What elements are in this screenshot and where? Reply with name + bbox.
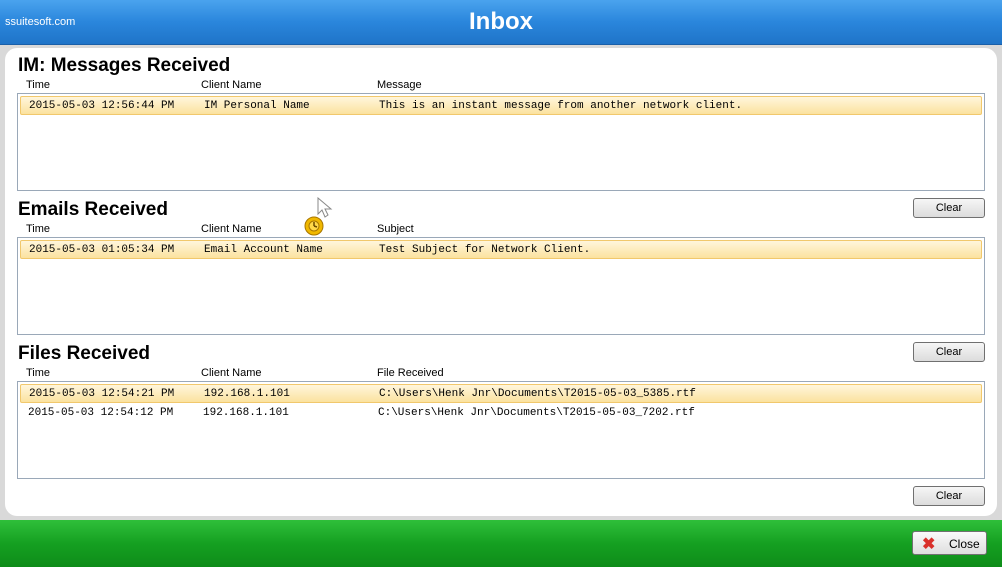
im-section-title: IM: Messages Received bbox=[18, 55, 231, 76]
email-row-client: Email Account Name bbox=[204, 244, 323, 256]
list-item[interactable]: 2015-05-03 12:56:44 PM IM Personal Name … bbox=[20, 96, 982, 115]
clear-im-button[interactable]: Clear bbox=[913, 198, 985, 218]
emails-col-time[interactable]: Time bbox=[26, 223, 50, 235]
title-bar: ssuitesoft.com Inbox bbox=[0, 0, 1002, 45]
close-button[interactable]: ✖ Close bbox=[912, 531, 987, 555]
list-item[interactable]: 2015-05-03 12:54:21 PM 192.168.1.101 C:\… bbox=[20, 384, 982, 403]
file-row-client: 192.168.1.101 bbox=[203, 407, 289, 419]
im-row-time: 2015-05-03 12:56:44 PM bbox=[29, 100, 175, 112]
file-row-time: 2015-05-03 12:54:12 PM bbox=[28, 407, 174, 419]
emails-col-subject[interactable]: Subject bbox=[377, 223, 414, 235]
footer-bar bbox=[0, 520, 1002, 567]
clear-emails-button[interactable]: Clear bbox=[913, 342, 985, 362]
im-row-message: This is an instant message from another … bbox=[379, 100, 743, 112]
im-col-message[interactable]: Message bbox=[377, 79, 422, 91]
im-messages-list[interactable]: 2015-05-03 12:56:44 PM IM Personal Name … bbox=[17, 93, 985, 191]
file-row-time: 2015-05-03 12:54:21 PM bbox=[29, 388, 175, 400]
window-title: Inbox bbox=[469, 8, 533, 35]
files-col-client[interactable]: Client Name bbox=[201, 367, 262, 379]
file-row-client: 192.168.1.101 bbox=[204, 388, 290, 400]
list-item[interactable]: 2015-05-03 01:05:34 PM Email Account Nam… bbox=[20, 240, 982, 259]
emails-list[interactable]: 2015-05-03 01:05:34 PM Email Account Nam… bbox=[17, 237, 985, 335]
im-col-client[interactable]: Client Name bbox=[201, 79, 262, 91]
files-col-file[interactable]: File Received bbox=[377, 367, 444, 379]
im-row-client: IM Personal Name bbox=[204, 100, 310, 112]
file-row-path: C:\Users\Henk Jnr\Documents\T2015-05-03_… bbox=[378, 407, 695, 419]
file-row-path: C:\Users\Henk Jnr\Documents\T2015-05-03_… bbox=[379, 388, 696, 400]
im-col-time[interactable]: Time bbox=[26, 79, 50, 91]
files-col-time[interactable]: Time bbox=[26, 367, 50, 379]
emails-col-client[interactable]: Client Name bbox=[201, 223, 262, 235]
red-x-icon: ✖ bbox=[922, 536, 936, 553]
clear-files-button[interactable]: Clear bbox=[913, 486, 985, 506]
email-row-time: 2015-05-03 01:05:34 PM bbox=[29, 244, 175, 256]
files-section-title: Files Received bbox=[18, 343, 151, 364]
list-item[interactable]: 2015-05-03 12:54:12 PM 192.168.1.101 C:\… bbox=[20, 404, 982, 423]
close-label: Close bbox=[949, 537, 980, 551]
emails-section-title: Emails Received bbox=[18, 199, 168, 220]
email-row-subject: Test Subject for Network Client. bbox=[379, 244, 591, 256]
busy-cursor-icon bbox=[304, 197, 333, 236]
files-list[interactable]: 2015-05-03 12:54:21 PM 192.168.1.101 C:\… bbox=[17, 381, 985, 479]
